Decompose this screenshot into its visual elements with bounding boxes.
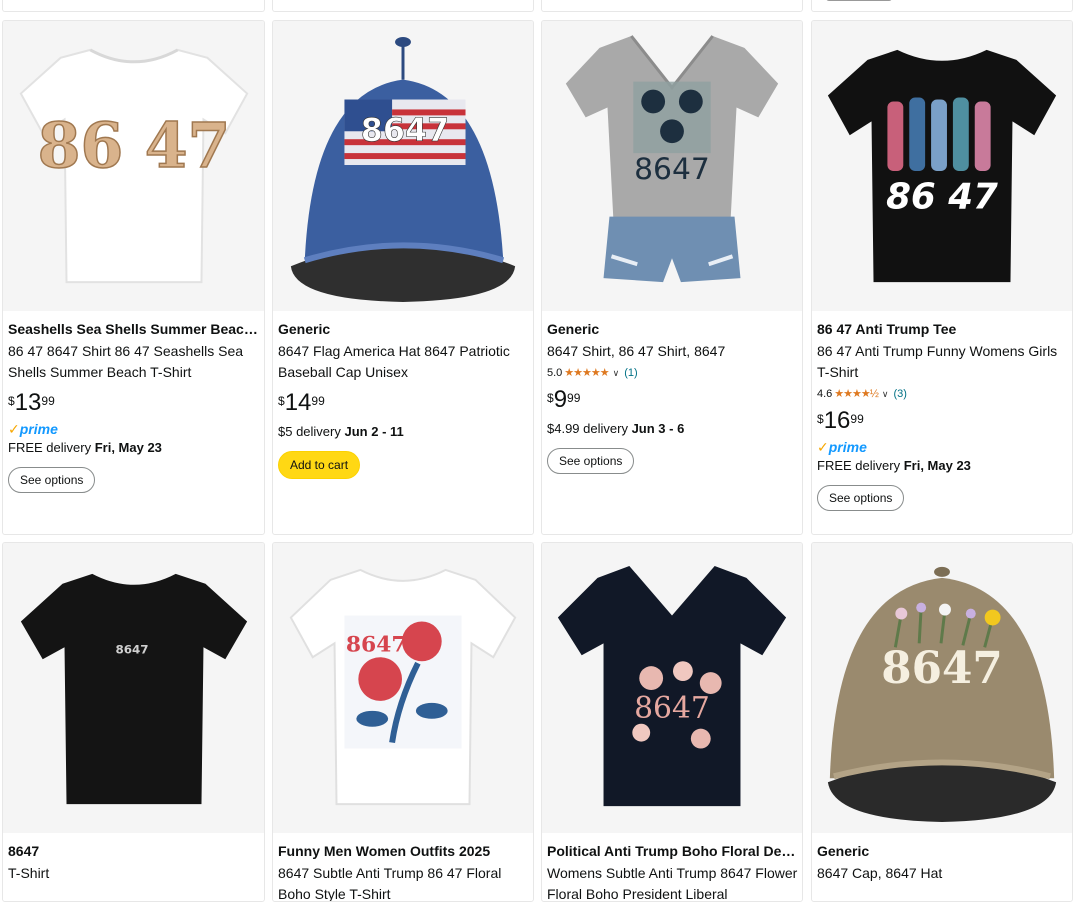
see-options-button[interactable]: See options — [817, 485, 905, 511]
add-to-cart-button[interactable]: Add to cart — [278, 451, 361, 479]
star-rating-icon: ★★★★★ — [564, 367, 609, 379]
delivery-info: $5 delivery Jun 2 - 11 — [278, 424, 404, 439]
prime-badge: ✓prime — [8, 421, 58, 437]
product-title[interactable]: 86 47 8647 Shirt 86 47 Seashells Sea She… — [8, 341, 260, 383]
product-title[interactable]: 8647 Cap, 8647 Hat — [817, 863, 1068, 884]
see-options-button[interactable]: See options — [547, 448, 635, 474]
svg-text:8647: 8647 — [881, 643, 1003, 694]
star-rating-icon: ★★★★½ — [834, 388, 879, 400]
svg-text:8647: 8647 — [115, 642, 148, 656]
tshirt-image: 86 47 — [827, 49, 1057, 283]
product-card[interactable]: 8647 Funny Men Women Outfits 2025 8647 S… — [272, 542, 534, 902]
tshirt-image: 8647 — [289, 568, 517, 806]
product-image[interactable]: 8647 — [812, 543, 1072, 833]
cap-image: 8647 — [827, 566, 1057, 822]
product-card-stub — [541, 0, 803, 12]
chevron-down-icon[interactable]: ∨ — [882, 387, 889, 401]
product-card[interactable]: 8647 Generic 8647 Cap, 8647 Hat — [811, 542, 1073, 902]
product-title[interactable]: Womens Subtle Anti Trump 8647 Flower Flo… — [547, 863, 798, 901]
product-card[interactable]: 8647 Generic 8647 Shirt, 86 47 Shirt, 86… — [541, 20, 803, 535]
see-options-button[interactable]: See options — [8, 467, 96, 493]
svg-text:8647: 8647 — [346, 632, 407, 657]
product-card[interactable]: 8647 Generic 8647 Flag America Hat 8647 … — [272, 20, 534, 535]
product-title[interactable]: T-Shirt — [8, 863, 260, 884]
tshirt-image: 8647 — [565, 35, 779, 283]
product-image[interactable]: 8647 — [542, 21, 802, 311]
product-title[interactable]: 8647 Shirt, 86 47 Shirt, 8647 — [547, 341, 798, 362]
tshirt-image: 8647 — [20, 573, 248, 805]
prime-badge: ✓prime — [817, 439, 867, 455]
svg-text:8647: 8647 — [634, 691, 710, 726]
product-brand[interactable]: Funny Men Women Outfits 2025 — [278, 841, 529, 861]
product-brand[interactable]: Generic — [547, 319, 798, 339]
product-price: $14 99 — [278, 389, 325, 416]
product-card[interactable]: 8647 Political Anti Trump Boho Floral De… — [541, 542, 803, 902]
chevron-down-icon[interactable]: ∨ — [613, 366, 620, 380]
product-card-stub — [811, 0, 1073, 12]
svg-text:86 47: 86 47 — [38, 109, 231, 182]
tshirt-image: 86 47 — [19, 48, 249, 284]
checkmark-icon: ✓ — [8, 421, 20, 437]
product-brand[interactable]: 86 47 Anti Trump Tee — [817, 319, 1068, 339]
product-card-stub — [272, 0, 534, 12]
product-brand[interactable]: Seashells Sea Shells Summer Beach Tees — [8, 319, 260, 339]
product-title[interactable]: 8647 Subtle Anti Trump 86 47 Floral Boho… — [278, 863, 529, 901]
product-image[interactable]: 8647 — [542, 543, 802, 833]
product-image[interactable]: 86 47 — [812, 21, 1072, 311]
product-image[interactable]: 86 47 — [3, 21, 264, 311]
svg-text:8647: 8647 — [361, 113, 449, 149]
delivery-info: $4.99 delivery Jun 3 - 6 — [547, 421, 685, 436]
product-price: $16 99 — [817, 407, 864, 434]
product-brand[interactable]: Political Anti Trump Boho Floral Designs — [547, 841, 798, 861]
cap-image: 8647 — [290, 36, 516, 302]
product-brand[interactable]: Generic — [278, 319, 529, 339]
product-price: $9 99 — [547, 386, 581, 413]
product-title[interactable]: 86 47 Anti Trump Funny Womens Girls T-Sh… — [817, 341, 1068, 383]
product-title[interactable]: 8647 Flag America Hat 8647 Patriotic Bas… — [278, 341, 529, 383]
svg-text:86 47: 86 47 — [886, 177, 998, 218]
product-card-stub — [2, 0, 265, 12]
review-count-link[interactable]: (3) — [894, 387, 907, 401]
tshirt-image: 8647 — [557, 565, 787, 807]
delivery-info: FREE delivery Fri, May 23 — [817, 458, 971, 473]
checkmark-icon: ✓ — [817, 439, 829, 455]
svg-text:8647: 8647 — [634, 152, 710, 187]
product-card[interactable]: 8647 8647 T-Shirt — [2, 542, 265, 902]
product-rating[interactable]: 4.6 ★★★★½ ∨ (3) — [817, 387, 1068, 401]
product-brand[interactable]: Generic — [817, 841, 1068, 861]
product-image[interactable]: 8647 — [273, 21, 533, 311]
delivery-info: FREE delivery Fri, May 23 — [8, 440, 162, 455]
product-card[interactable]: 86 47 Seashells Sea Shells Summer Beach … — [2, 20, 265, 535]
product-image[interactable]: 8647 — [273, 543, 533, 833]
product-rating[interactable]: 5.0 ★★★★★ ∨ (1) — [547, 366, 798, 380]
product-image[interactable]: 8647 — [3, 543, 264, 833]
product-price: $13 99 — [8, 389, 55, 416]
product-brand[interactable]: 8647 — [8, 841, 260, 861]
review-count-link[interactable]: (1) — [624, 366, 637, 380]
product-card[interactable]: 86 47 86 47 Anti Trump Tee 86 47 Anti Tr… — [811, 20, 1073, 535]
